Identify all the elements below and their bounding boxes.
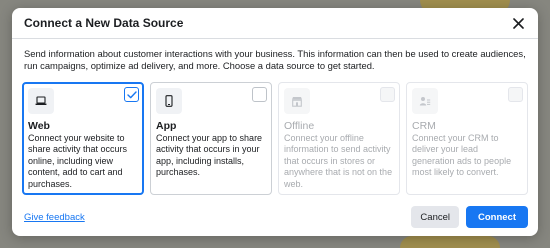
checkmark-icon [126, 90, 137, 98]
background-artwork-bottom [400, 236, 500, 248]
card-checkbox-app[interactable] [252, 87, 267, 102]
data-source-card-web[interactable]: Web Connect your website to share activi… [22, 82, 144, 195]
data-source-card-crm: CRM Connect your CRM to deliver your lea… [406, 82, 528, 195]
connect-button[interactable]: Connect [466, 206, 528, 228]
card-checkbox-crm [508, 87, 523, 102]
close-icon [512, 17, 524, 29]
dialog-description: Send information about customer interact… [24, 48, 526, 71]
card-title: Web [28, 120, 50, 132]
card-checkbox-web[interactable] [124, 87, 139, 102]
dialog-title: Connect a New Data Source [24, 16, 184, 30]
card-description: Connect your app to share activity that … [156, 133, 263, 178]
card-description: Connect your website to share activity t… [28, 133, 128, 189]
laptop-icon [28, 88, 54, 114]
card-title: CRM [412, 120, 436, 132]
dialog-header: Connect a New Data Source [12, 8, 538, 39]
crm-icon [412, 88, 438, 114]
store-icon [284, 88, 310, 114]
card-title: Offline [284, 120, 315, 132]
data-source-card-offline: Offline Connect your offline information… [278, 82, 400, 195]
cancel-button[interactable]: Cancel [411, 206, 459, 228]
data-source-card-app[interactable]: App Connect your app to share activity t… [150, 82, 272, 195]
card-checkbox-offline [380, 87, 395, 102]
close-button[interactable] [510, 15, 526, 31]
card-title: App [156, 120, 177, 132]
phone-icon [156, 88, 182, 114]
give-feedback-link[interactable]: Give feedback [24, 212, 411, 223]
card-description: Connect your offline information to send… [284, 133, 393, 189]
connect-data-source-dialog: Connect a New Data Source Send informati… [12, 8, 538, 236]
data-source-options: Web Connect your website to share activi… [12, 72, 538, 195]
card-description: Connect your CRM to deliver your lead ge… [412, 133, 512, 178]
dialog-footer: Give feedback Cancel Connect [12, 198, 538, 236]
